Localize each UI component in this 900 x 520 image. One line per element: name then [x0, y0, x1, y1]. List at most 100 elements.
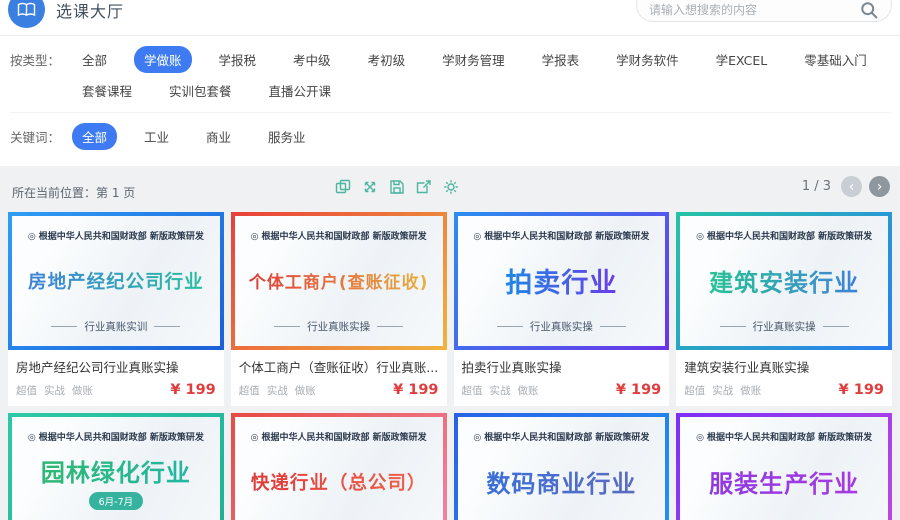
tag: 实战 — [490, 383, 511, 398]
pagination: 1 / 3 ‹ › — [802, 176, 890, 197]
card-info: 房地产经纪公司行业真账实操 超值实战做账 ¥ 199 — [8, 350, 224, 406]
filter-item[interactable]: 工业 — [134, 123, 179, 150]
card-cover: ◎ 根据中华人民共和国财政部 新版政策研发 建筑安装行业 行业真账实操 — [676, 212, 892, 350]
course-grid: ◎ 根据中华人民共和国财政部 新版政策研发 房地产经纪公司行业 行业真账实训 房… — [8, 212, 892, 520]
card-price: ¥ 199 — [839, 382, 884, 398]
content-topbar: 所在当前位置：第 1 页 — [8, 166, 892, 212]
course-title: 房地产经纪公司行业 — [28, 268, 204, 294]
save-icon[interactable] — [388, 178, 406, 196]
card-price: ¥ 199 — [170, 382, 215, 398]
filter-type-row1: 全部学做账学报税考中级考初级学财务管理学报表学财务软件学EXCEL 零基础入门考注… — [72, 46, 900, 73]
cover-subtitle: 行业真账实训 — [51, 319, 180, 334]
filter-item[interactable]: 实训包套餐 — [159, 77, 242, 104]
policy-line: ◎ 根据中华人民共和国财政部 新版政策研发 — [28, 430, 204, 443]
tag: 超值 — [239, 383, 260, 398]
filter-item[interactable]: 学EXCEL — [706, 46, 778, 73]
course-card[interactable]: ◎ 根据中华人民共和国财政部 新版政策研发 拍卖行业 行业真账实操 拍卖行业真账… — [454, 212, 670, 406]
tag: 超值 — [462, 383, 483, 398]
search-box — [636, 0, 892, 22]
tag: 做账 — [72, 383, 93, 398]
filter-item[interactable]: 考中级 — [283, 46, 341, 73]
policy-line: ◎ 根据中华人民共和国财政部 新版政策研发 — [696, 229, 872, 242]
card-cover: ◎ 根据中华人民共和国财政部 新版政策研发 园林绿化行业 6月-7月 行业真账实… — [8, 413, 224, 520]
page-indicator: 1 / 3 — [802, 179, 831, 194]
filter-type-row2: 套餐课程实训包套餐直播公开课 — [72, 77, 341, 104]
cover-toolbar — [334, 178, 460, 196]
filter-panel: 按类型： 全部学做账学报税考中级考初级学财务管理学报表学财务软件学EXCEL零基… — [0, 36, 900, 166]
filter-item[interactable]: 零基础入门 — [794, 46, 877, 73]
tag: 做账 — [740, 383, 761, 398]
card-info: 建筑安装行业真账实操 超值实战做账 ¥ 199 — [676, 350, 892, 406]
course-title: 拍卖行业 — [505, 261, 617, 300]
course-card[interactable]: ◎ 根据中华人民共和国财政部 新版政策研发 服装生产行业 行业真账实训 — [676, 413, 892, 520]
course-content-area: 所在当前位置：第 1 页 — [0, 166, 900, 520]
course-card[interactable]: ◎ 根据中华人民共和国财政部 新版政策研发 园林绿化行业 6月-7月 行业真账实… — [8, 413, 224, 520]
card-caption: 个体工商户（查账征收）行业真账... — [239, 357, 439, 376]
card-tags: 超值实战做账 — [462, 383, 539, 398]
search-icon[interactable] — [860, 1, 879, 20]
filter-item[interactable]: 全部 — [72, 46, 117, 73]
cover-subtitle: 行业真账实操 — [720, 319, 849, 334]
location-text: 所在当前位置：第 1 页 — [12, 184, 135, 201]
card-caption: 房地产经纪公司行业真账实操 — [16, 357, 216, 376]
book-icon — [8, 0, 45, 28]
card-cover: ◎ 根据中华人民共和国财政部 新版政策研发 房地产经纪公司行业 行业真账实训 — [8, 212, 224, 350]
policy-line: ◎ 根据中华人民共和国财政部 新版政策研发 — [28, 229, 204, 242]
card-tags: 超值实战做账 — [16, 383, 93, 398]
course-card[interactable]: ◎ 根据中华人民共和国财政部 新版政策研发 数码商业行业 行业真账实训 — [454, 413, 670, 520]
card-price: ¥ 199 — [616, 382, 661, 398]
page-title: 选课大厅 — [56, 0, 124, 22]
cover-subtitle: 行业真账实操 — [274, 319, 403, 334]
filter-item[interactable]: 商业 — [196, 123, 241, 150]
course-card[interactable]: ◎ 根据中华人民共和国财政部 新版政策研发 建筑安装行业 行业真账实操 建筑安装… — [676, 212, 892, 406]
cover-subtitle: 行业真账实操 — [497, 319, 626, 334]
date-badge: 6月-7月 — [89, 492, 144, 510]
filter-item[interactable]: 考初级 — [358, 46, 416, 73]
next-page-button[interactable]: › — [869, 176, 890, 197]
course-title: 服装生产行业 — [709, 464, 859, 499]
filter-item[interactable]: 套餐课程 — [72, 77, 142, 104]
prev-page-button[interactable]: ‹ — [841, 176, 862, 197]
filter-item[interactable]: 学报表 — [532, 46, 590, 73]
page-header: 选课大厅 — [0, 0, 900, 36]
card-caption: 建筑安装行业真账实操 — [684, 357, 884, 376]
tag: 做账 — [295, 383, 316, 398]
filter-keyword-label: 关键词： — [10, 127, 72, 146]
tag: 超值 — [684, 383, 705, 398]
filter-item[interactable]: 学做账 — [134, 46, 192, 73]
filter-type-label: 按类型： — [10, 50, 72, 69]
course-card[interactable]: ◎ 根据中华人民共和国财政部 新版政策研发 快递行业（总公司） 行业真账实训 — [231, 413, 447, 520]
policy-line: ◎ 根据中华人民共和国财政部 新版政策研发 — [473, 229, 649, 242]
filter-item[interactable]: 考注会 — [894, 46, 900, 73]
course-title: 园林绿化行业 — [41, 453, 191, 488]
search-input[interactable] — [649, 0, 860, 17]
card-tags: 超值实战做账 — [239, 383, 316, 398]
expand-icon[interactable] — [361, 178, 379, 196]
settings-icon[interactable] — [442, 178, 460, 196]
course-title: 建筑安装行业 — [709, 263, 859, 298]
course-title: 数码商业行业 — [486, 464, 636, 499]
course-title: 快递行业（总公司） — [251, 469, 427, 495]
card-caption: 拍卖行业真账实操 — [462, 357, 662, 376]
divider — [10, 112, 890, 113]
filter-item[interactable]: 服务业 — [258, 123, 316, 150]
filter-item[interactable]: 全部 — [72, 123, 117, 150]
tag: 做账 — [518, 383, 539, 398]
card-cover: ◎ 根据中华人民共和国财政部 新版政策研发 数码商业行业 行业真账实训 — [454, 413, 670, 520]
card-cover: ◎ 根据中华人民共和国财政部 新版政策研发 快递行业（总公司） 行业真账实训 — [231, 413, 447, 520]
filter-item[interactable]: 学财务管理 — [432, 46, 515, 73]
course-card[interactable]: ◎ 根据中华人民共和国财政部 新版政策研发 个体工商户(查账征收) 行业真账实操… — [231, 212, 447, 406]
window-icon[interactable] — [334, 178, 352, 196]
policy-line: ◎ 根据中华人民共和国财政部 新版政策研发 — [251, 430, 427, 443]
course-card[interactable]: ◎ 根据中华人民共和国财政部 新版政策研发 房地产经纪公司行业 行业真账实训 房… — [8, 212, 224, 406]
card-info: 拍卖行业真账实操 超值实战做账 ¥ 199 — [454, 350, 670, 406]
card-price: ¥ 199 — [393, 382, 438, 398]
policy-line: ◎ 根据中华人民共和国财政部 新版政策研发 — [696, 430, 872, 443]
course-title: 个体工商户(查账征收) — [249, 268, 429, 293]
card-cover: ◎ 根据中华人民共和国财政部 新版政策研发 拍卖行业 行业真账实操 — [454, 212, 670, 350]
tag: 实战 — [44, 383, 65, 398]
filter-item[interactable]: 学财务软件 — [606, 46, 689, 73]
filter-item[interactable]: 直播公开课 — [259, 77, 342, 104]
share-icon[interactable] — [415, 178, 433, 196]
filter-item[interactable]: 学报税 — [209, 46, 267, 73]
